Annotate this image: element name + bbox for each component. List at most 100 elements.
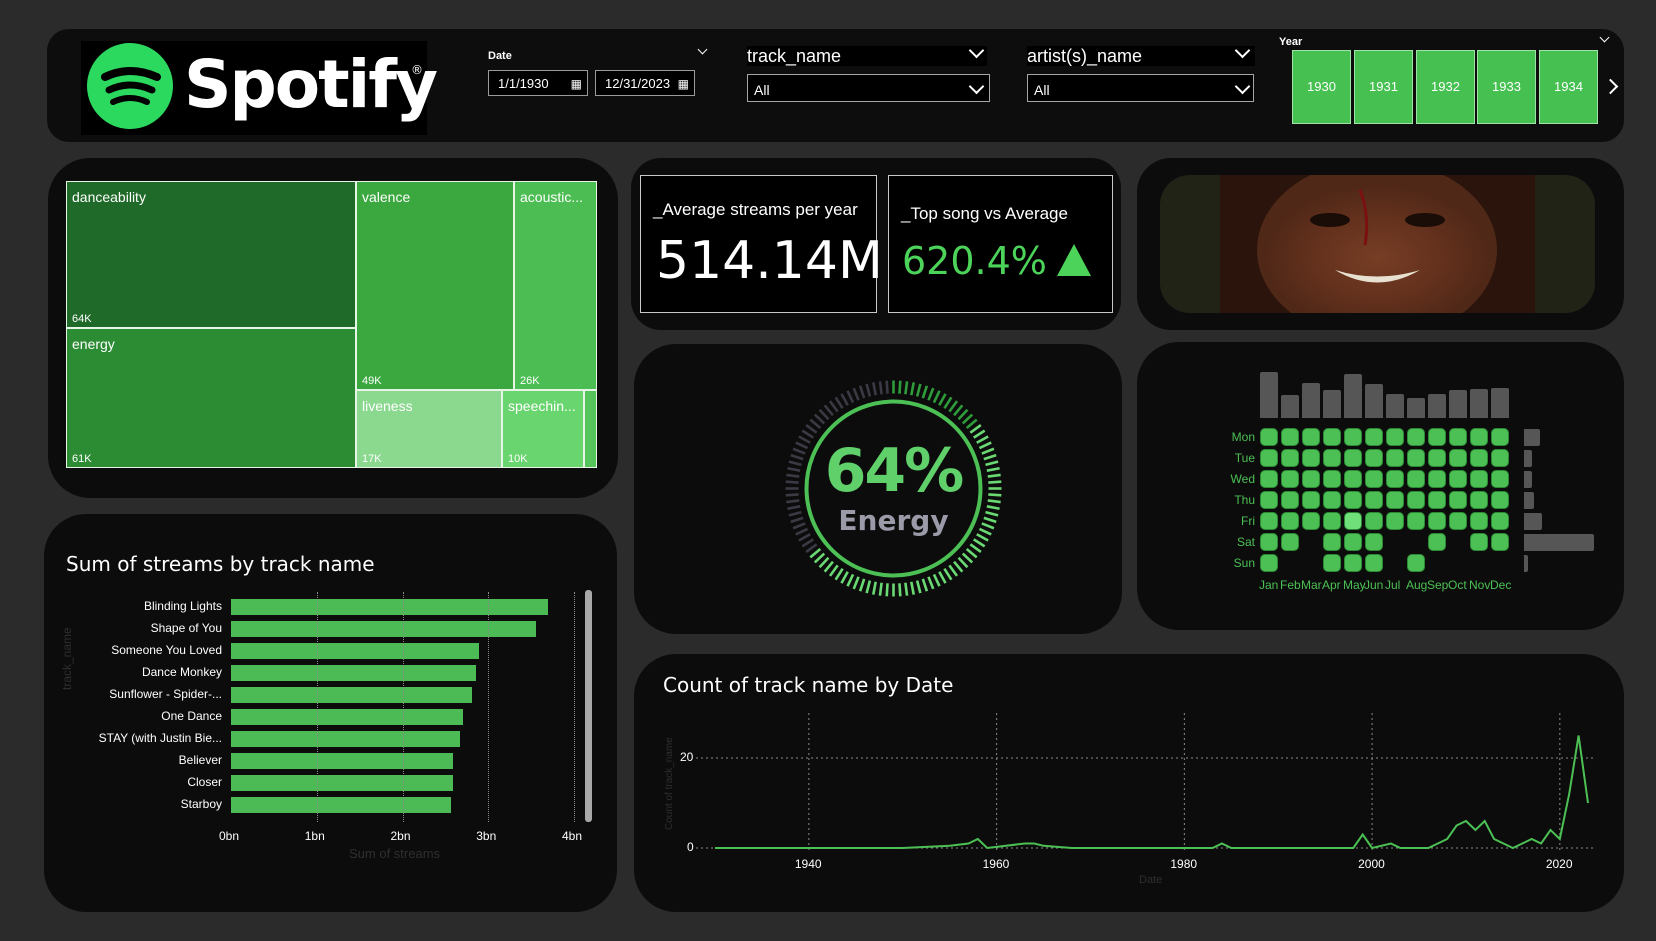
heatmap-cell[interactable] [1470,533,1488,551]
day-total-bar[interactable] [1524,471,1532,488]
heatmap-cell[interactable] [1302,470,1320,488]
calendar-icon[interactable]: ▦ [571,71,582,97]
track-slicer-dropdown[interactable]: All [747,74,990,102]
heatmap-cell[interactable] [1323,470,1341,488]
month-total-bar[interactable] [1449,390,1467,418]
heatmap-cell[interactable] [1260,533,1278,551]
heatmap-cell[interactable] [1491,512,1509,530]
bar[interactable] [231,753,454,769]
year-tile-1930[interactable]: 1930 [1292,50,1351,124]
month-total-bar[interactable] [1365,384,1383,418]
heatmap-cell[interactable] [1491,533,1509,551]
heatmap-cell[interactable] [1428,512,1446,530]
heatmap-cell[interactable] [1407,491,1425,509]
heatmap-cell[interactable] [1302,491,1320,509]
artist-slicer-dropdown[interactable]: All [1027,74,1254,102]
heatmap-cell[interactable] [1449,491,1467,509]
heatmap-cell[interactable] [1302,449,1320,467]
heatmap-cell[interactable] [1260,428,1278,446]
heatmap-cell[interactable] [1323,554,1341,572]
heatmap-cell[interactable] [1470,449,1488,467]
heatmap-cell[interactable] [1386,449,1404,467]
day-total-bar[interactable] [1524,450,1532,467]
bar[interactable] [231,797,452,813]
treemap-cell-speechiness[interactable]: speechin... 10K [502,390,584,468]
bar[interactable] [231,599,549,615]
bar[interactable] [231,665,477,681]
year-tile-1933[interactable]: 1933 [1477,50,1536,124]
heatmap-cell[interactable] [1365,470,1383,488]
heatmap-cell[interactable] [1260,554,1278,572]
calendar-icon[interactable]: ▦ [678,71,689,97]
bar[interactable] [231,709,464,725]
treemap-cell-energy[interactable]: energy 61K [66,328,356,468]
heatmap-cell[interactable] [1281,470,1299,488]
heatmap-cell[interactable] [1386,470,1404,488]
heatmap-cell[interactable] [1428,449,1446,467]
month-total-bar[interactable] [1260,372,1278,418]
month-total-bar[interactable] [1428,394,1446,418]
month-total-bar[interactable] [1302,383,1320,418]
heatmap-cell[interactable] [1407,470,1425,488]
heatmap-cell[interactable] [1491,428,1509,446]
date-end-field[interactable]: 12/31/2023 ▦ [595,70,695,96]
heatmap-cell[interactable] [1428,491,1446,509]
treemap-cell-valence[interactable]: valence 49K [356,181,514,390]
heatmap-cell[interactable] [1344,491,1362,509]
bar[interactable] [231,621,537,637]
heatmap-cell[interactable] [1470,512,1488,530]
bar[interactable] [231,731,460,747]
heatmap-cell[interactable] [1449,470,1467,488]
heatmap-cell[interactable] [1344,449,1362,467]
day-total-bar[interactable] [1524,429,1540,446]
heatmap-cell[interactable] [1449,428,1467,446]
month-total-bar[interactable] [1281,395,1299,418]
heatmap-cell[interactable] [1260,470,1278,488]
heatmap-cell[interactable] [1407,449,1425,467]
heatmap-cell[interactable] [1344,428,1362,446]
heatmap-cell[interactable] [1260,512,1278,530]
heatmap-cell[interactable] [1323,512,1341,530]
heatmap-cell[interactable] [1407,512,1425,530]
month-total-bar[interactable] [1344,374,1362,418]
heatmap-cell[interactable] [1491,491,1509,509]
treemap-cell-danceability[interactable]: danceability 64K [66,181,356,328]
heatmap-cell[interactable] [1344,554,1362,572]
heatmap-cell[interactable] [1323,449,1341,467]
month-total-bar[interactable] [1491,388,1509,418]
day-total-bar[interactable] [1524,513,1542,530]
heatmap-cell[interactable] [1281,512,1299,530]
heatmap-cell[interactable] [1407,554,1425,572]
year-tile-1934[interactable]: 1934 [1539,50,1598,124]
treemap-cell-instrumentalness[interactable] [584,390,597,468]
year-tile-1931[interactable]: 1931 [1354,50,1413,124]
heatmap-cell[interactable] [1344,512,1362,530]
heatmap-cell[interactable] [1281,428,1299,446]
heatmap-cell[interactable] [1386,512,1404,530]
month-total-bar[interactable] [1323,390,1341,418]
heatmap-cell[interactable] [1491,470,1509,488]
heatmap-cell[interactable] [1365,512,1383,530]
heatmap-cell[interactable] [1365,491,1383,509]
heatmap-cell[interactable] [1491,449,1509,467]
heatmap-cell[interactable] [1365,533,1383,551]
heatmap-cell[interactable] [1386,491,1404,509]
day-total-bar[interactable] [1524,534,1594,551]
heatmap-cell[interactable] [1344,533,1362,551]
heatmap-cell[interactable] [1365,554,1383,572]
month-total-bar[interactable] [1470,389,1488,418]
year-tile-1932[interactable]: 1932 [1416,50,1475,124]
day-total-bar[interactable] [1524,492,1534,509]
heatmap-cell[interactable] [1323,533,1341,551]
treemap-cell-liveness[interactable]: liveness 17K [356,390,502,468]
heatmap-cell[interactable] [1428,428,1446,446]
heatmap-cell[interactable] [1344,470,1362,488]
month-total-bar[interactable] [1386,394,1404,418]
heatmap-cell[interactable] [1302,512,1320,530]
scrollbar[interactable] [585,590,592,822]
heatmap-cell[interactable] [1260,491,1278,509]
heatmap-cell[interactable] [1260,449,1278,467]
heatmap-cell[interactable] [1365,449,1383,467]
heatmap-cell[interactable] [1281,533,1299,551]
heatmap-cell[interactable] [1449,512,1467,530]
